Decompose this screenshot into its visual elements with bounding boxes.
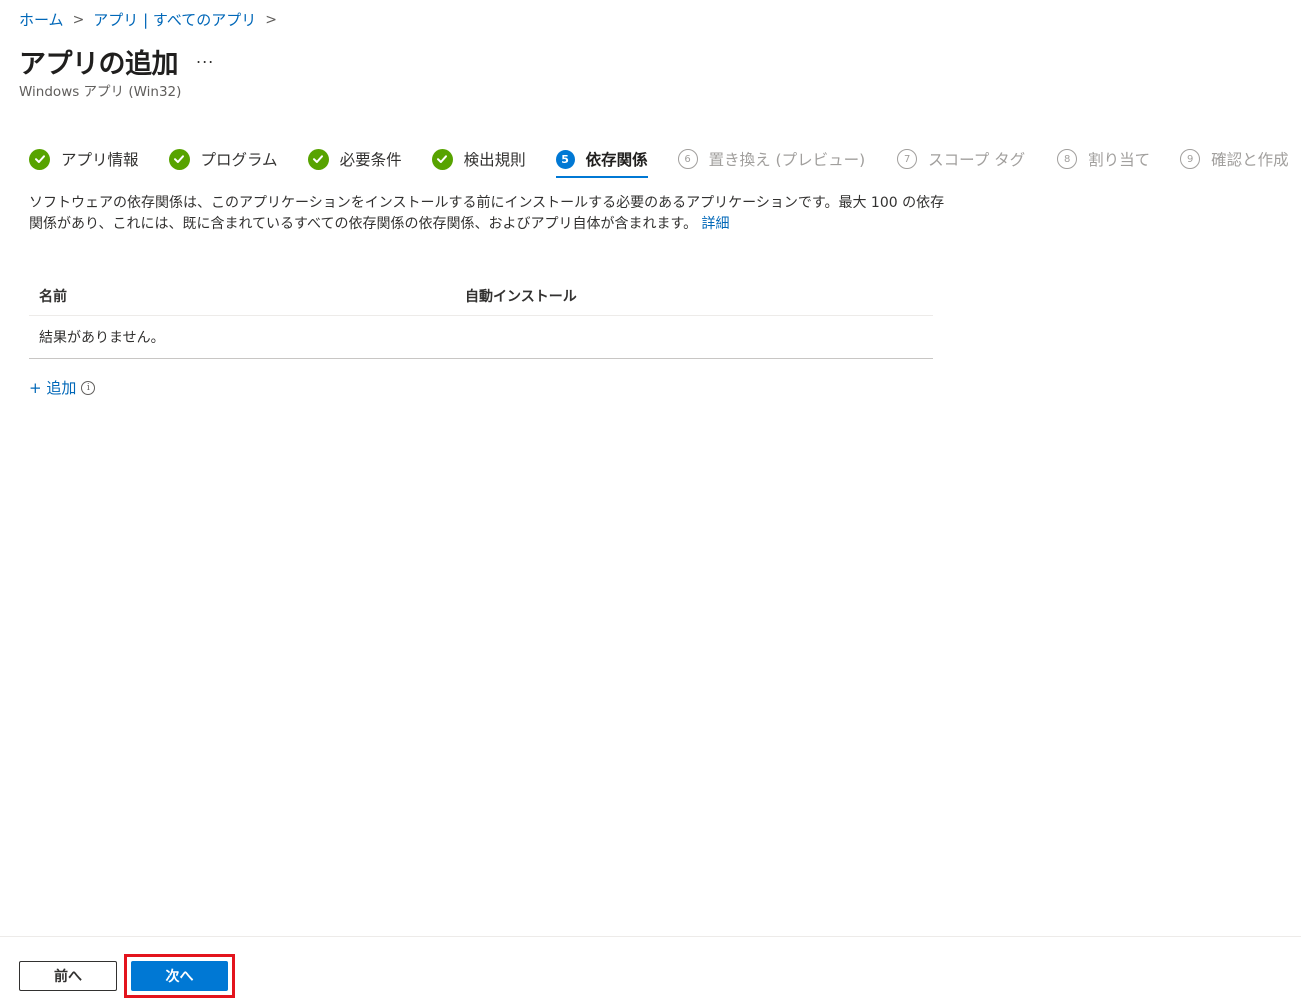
checkmark-icon — [168, 148, 190, 170]
step-label: アプリ情報 — [61, 151, 139, 169]
add-dependency-link[interactable]: + 追加 i — [29, 377, 96, 398]
step-number: 8 — [1057, 149, 1078, 169]
step-assignments[interactable]: 8 割り当て — [1057, 142, 1150, 176]
step-label: 割り当て — [1088, 151, 1151, 169]
step-detection-rules[interactable]: 検出規則 — [431, 142, 526, 176]
step-label: プログラム — [200, 151, 278, 169]
learn-more-link[interactable]: 詳細 — [702, 216, 730, 232]
step-supersedence[interactable]: 6 置き換え (プレビュー) — [677, 142, 866, 176]
step-label: 確認と作成 — [1211, 151, 1289, 169]
empty-message: 結果がありません。 — [29, 316, 933, 359]
chevron-right-icon: > — [265, 11, 277, 28]
checkmark-icon — [431, 148, 453, 170]
step-review-create[interactable]: 9 確認と作成 — [1180, 142, 1289, 176]
step-program[interactable]: プログラム — [168, 142, 278, 176]
step-label: 依存関係 — [585, 151, 648, 169]
checkmark-icon — [29, 148, 50, 170]
step-dependencies[interactable]: 5 依存関係 — [555, 142, 648, 178]
description: ソフトウェアの依存関係は、このアプリケーションをインストールする前にインストール… — [29, 193, 949, 235]
table-header: 名前 自動インストール — [29, 276, 933, 316]
step-number: 9 — [1180, 149, 1201, 169]
chevron-right-icon: > — [72, 11, 85, 28]
step-requirements[interactable]: 必要条件 — [307, 142, 402, 176]
step-number: 7 — [897, 149, 918, 169]
checkmark-icon — [307, 148, 329, 170]
step-number: 5 — [555, 149, 575, 169]
page-title: アプリの追加 — [19, 49, 179, 80]
footer-bar: 前へ 次へ — [0, 936, 1301, 1001]
step-app-info[interactable]: アプリ情報 — [29, 142, 139, 176]
step-label: 検出規則 — [463, 151, 526, 169]
dependencies-table: 名前 自動インストール 結果がありません。 — [29, 276, 933, 359]
column-header-name[interactable]: 名前 — [29, 286, 465, 306]
add-label: + 追加 — [29, 379, 77, 397]
info-icon[interactable]: i — [81, 380, 96, 395]
step-scope-tags[interactable]: 7 スコープ タグ — [897, 142, 1025, 176]
step-label: スコープ タグ — [928, 151, 1026, 169]
step-number: 6 — [677, 149, 698, 169]
column-header-auto-install[interactable]: 自動インストール — [465, 286, 933, 306]
breadcrumb: ホーム > アプリ | すべてのアプリ > — [19, 9, 286, 30]
next-button[interactable]: 次へ — [131, 961, 228, 991]
description-text: ソフトウェアの依存関係は、このアプリケーションをインストールする前にインストール… — [29, 195, 945, 232]
wizard-steps: アプリ情報 プログラム 必要条件 検出規則 5 依存関係 6 置き換え (プレビ… — [29, 142, 1289, 178]
page-subtitle: Windows アプリ (Win32) — [19, 84, 182, 100]
more-options-button[interactable]: ... — [196, 48, 214, 67]
step-label: 必要条件 — [339, 151, 402, 169]
previous-button[interactable]: 前へ — [19, 961, 117, 991]
breadcrumb-apps[interactable]: アプリ | すべてのアプリ — [93, 9, 256, 30]
breadcrumb-home[interactable]: ホーム — [19, 9, 64, 30]
step-label: 置き換え (プレビュー) — [708, 151, 866, 169]
